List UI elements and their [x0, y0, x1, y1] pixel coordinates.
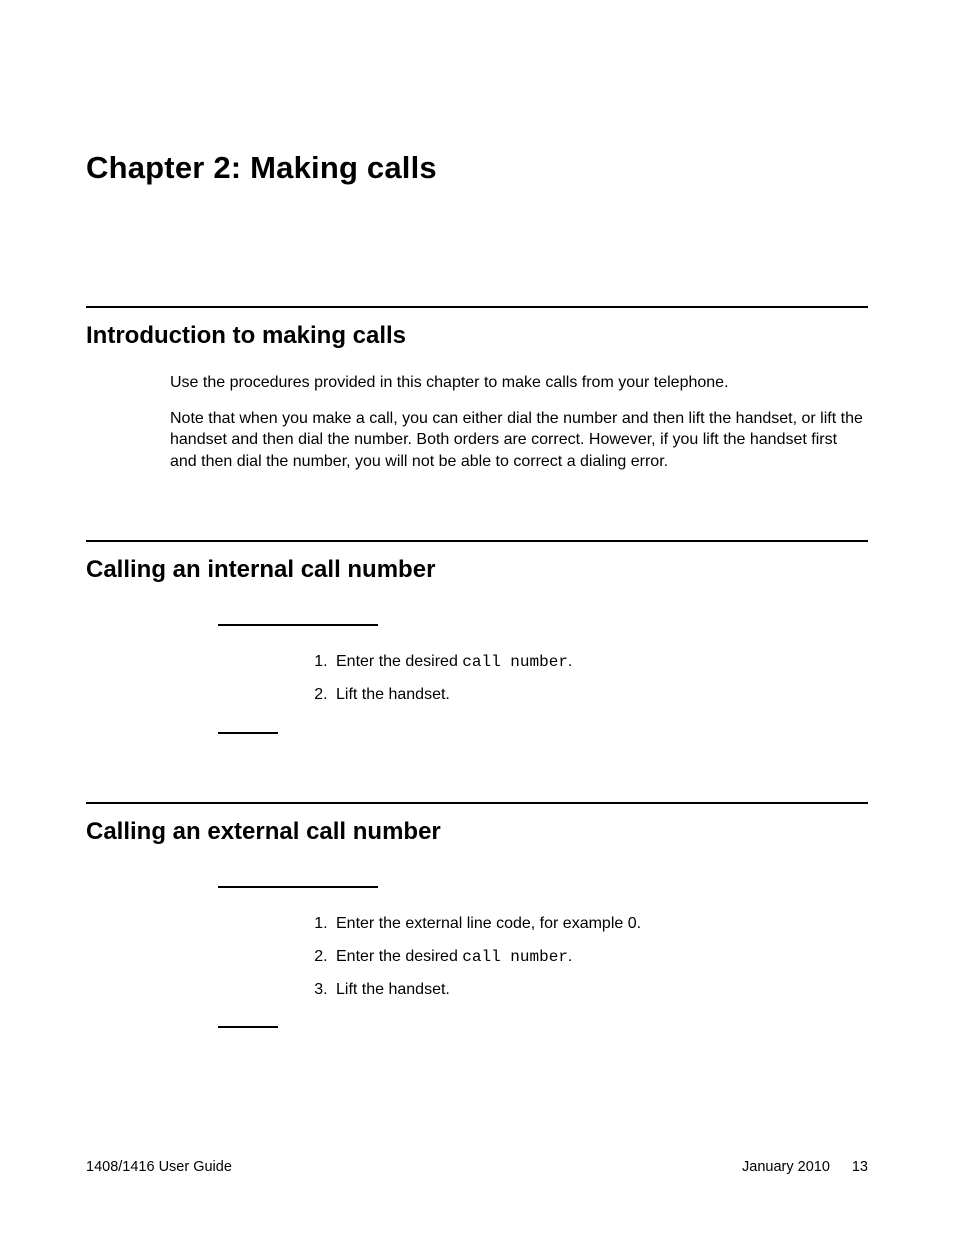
step-text: Enter the desired [336, 653, 462, 670]
steps-block-external: Enter the external line code, for exampl… [218, 886, 868, 1028]
footer-page-number: 13 [842, 1159, 868, 1175]
internal-step-1: Enter the desired call number. [332, 652, 868, 673]
footer-guide-name: 1408/1416 User Guide [86, 1159, 232, 1175]
internal-step-2: Lift the handset. [332, 685, 868, 706]
steps-list-external: Enter the external line code, for exampl… [218, 914, 868, 1000]
divider-bottom [218, 1026, 278, 1028]
intro-paragraph-1: Use the procedures provided in this chap… [86, 372, 868, 394]
section-intro: Introduction to making calls Use the pro… [86, 306, 868, 472]
section-title-internal: Calling an internal call number [86, 556, 868, 584]
inline-code: call number [462, 653, 568, 671]
section-external: Calling an external call number Enter th… [86, 802, 868, 1028]
section-internal: Calling an internal call number Enter th… [86, 540, 868, 734]
step-text: Enter the desired [336, 948, 462, 965]
document-page: Chapter 2: Making calls Introduction to … [0, 0, 954, 1235]
intro-paragraph-2: Note that when you make a call, you can … [86, 408, 868, 473]
section-title-intro: Introduction to making calls [86, 322, 868, 350]
divider-top [218, 624, 378, 626]
section-title-external: Calling an external call number [86, 818, 868, 846]
divider-top [218, 886, 378, 888]
external-step-3: Lift the handset. [332, 980, 868, 1001]
steps-block-internal: Enter the desired call number. Lift the … [218, 624, 868, 734]
step-text-suffix: . [568, 948, 572, 965]
page-footer: 1408/1416 User Guide January 2010 13 [86, 1159, 868, 1175]
external-step-1: Enter the external line code, for exampl… [332, 914, 868, 935]
chapter-title: Chapter 2: Making calls [86, 0, 868, 306]
external-step-2: Enter the desired call number. [332, 947, 868, 968]
steps-list-internal: Enter the desired call number. Lift the … [218, 652, 868, 706]
footer-date: January 2010 [742, 1159, 830, 1175]
step-text-suffix: . [568, 653, 572, 670]
divider-bottom [218, 732, 278, 734]
inline-code: call number [462, 948, 568, 966]
